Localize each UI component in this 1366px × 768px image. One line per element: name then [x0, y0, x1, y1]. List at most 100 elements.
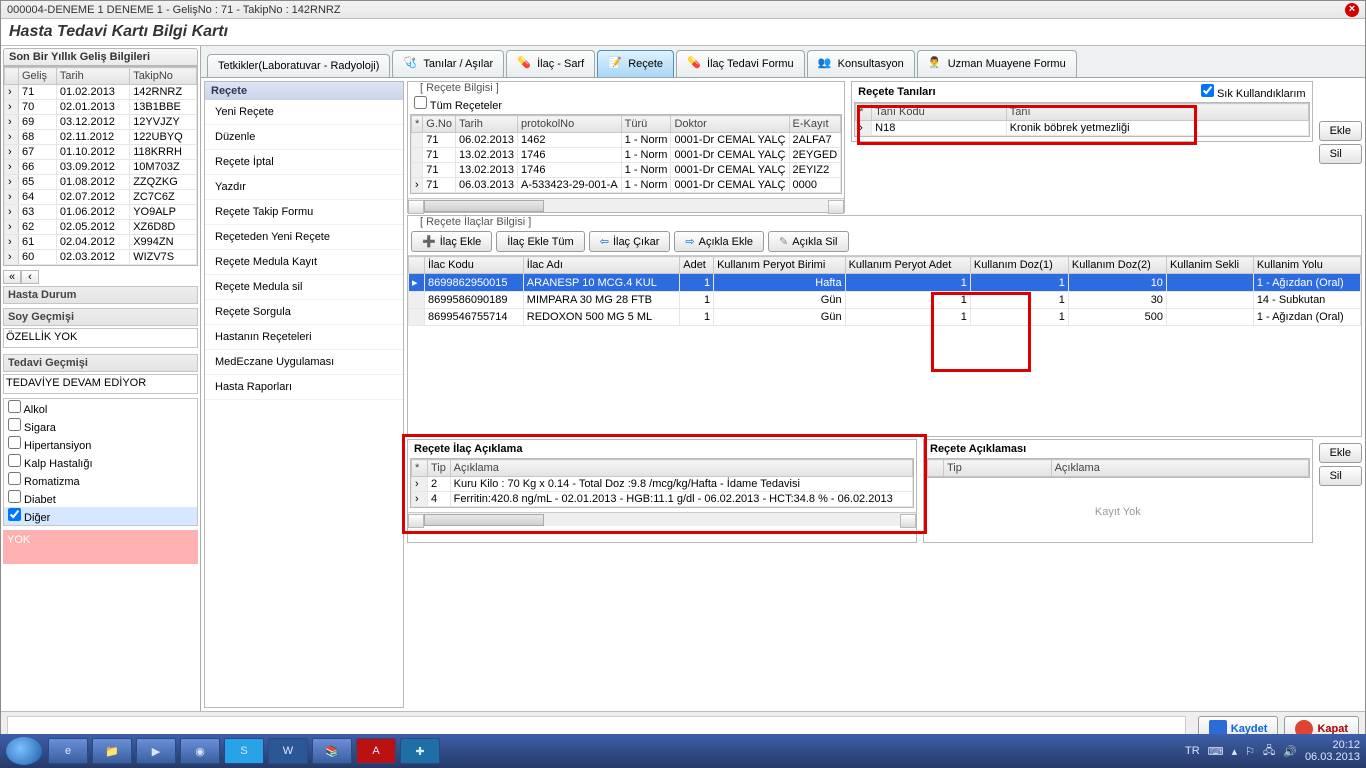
visits-title: Son Bir Yıllık Geliş Bilgileri — [3, 48, 198, 66]
recete-bilgisi-panel: [ Reçete Bilgisi ] Tüm Reçeteler *G.NoTa… — [407, 81, 845, 213]
table-row[interactable]: ›N18Kronik böbrek yetmezliği — [856, 121, 1308, 136]
menu-item[interactable]: Hastanın Reçeteleri — [205, 325, 403, 350]
ilac-ekle-tum-button[interactable]: İlaç Ekle Tüm — [496, 231, 584, 252]
taskbar-media-icon[interactable]: ▶ — [136, 738, 176, 764]
window-close-button[interactable]: × — [1345, 3, 1359, 17]
tray-network-icon[interactable]: 🖧 — [1263, 742, 1275, 761]
table-row[interactable]: ›7101.02.2013142RNRZ — [5, 85, 197, 100]
taskbar[interactable]: e 📁 ▶ ◉ S W 📚 A ✚ TR ⌨ ▴ ⚐ 🖧 🔊 20:1206.0… — [0, 734, 1366, 768]
risk-check-item[interactable]: Romatizma — [4, 471, 197, 489]
tanilar-panel: Reçete Tanıları Sık Kullandıklarım *Tanı… — [851, 81, 1312, 142]
tab-icon: 💊 — [687, 56, 703, 72]
tray-keyboard-icon[interactable]: ⌨ — [1208, 745, 1224, 758]
table-row[interactable]: ›2Kuru Kilo : 70 Kg x 0.14 - Total Doz :… — [412, 477, 913, 492]
tray-lang[interactable]: TR — [1185, 745, 1200, 757]
table-row[interactable]: ›6102.04.2012X994ZN — [5, 235, 197, 250]
tray-flag-icon[interactable]: ⚐ — [1245, 745, 1255, 758]
acikla-ekle-button[interactable]: ⇨Açıkla Ekle — [674, 231, 764, 252]
table-row[interactable]: 7113.02.201317461 - Norm0001-Dr CEMAL YA… — [412, 163, 841, 178]
table-row[interactable]: ›6002.03.2012WIZV7S — [5, 250, 197, 265]
tab-1[interactable]: 🩺Tanılar / Aşılar — [392, 50, 504, 77]
aciklama-ekle-button[interactable]: Ekle — [1319, 443, 1362, 463]
menu-item[interactable]: Reçete Medula sil — [205, 275, 403, 300]
tum-receteler-check[interactable]: Tüm Reçeteler — [414, 96, 502, 112]
table-row[interactable]: ›6603.09.201210M703Z — [5, 160, 197, 175]
table-row[interactable]: 8699546755714REDOXON 500 MG 5 ML1Gün1150… — [409, 309, 1361, 326]
acikla-sil-button[interactable]: ✎Açıkla Sil — [768, 231, 848, 252]
risk-check-item[interactable]: Alkol — [4, 399, 197, 417]
table-row[interactable]: ›6903.12.201212YVJZY — [5, 115, 197, 130]
grid-prev-button[interactable]: ‹ — [21, 270, 39, 284]
recete-scroll-h[interactable] — [408, 198, 844, 212]
menu-item[interactable]: Reçete Medula Kayıt — [205, 250, 403, 275]
page-title: Hasta Tedavi Kartı Bilgi Kartı — [1, 19, 1365, 46]
tab-3[interactable]: 📝Reçete — [597, 50, 674, 77]
table-row[interactable]: 7113.02.201317461 - Norm0001-Dr CEMAL YA… — [412, 148, 841, 163]
tab-0[interactable]: Tetkikler(Laboratuvar - Radyoloji) — [207, 54, 390, 77]
ilac-aciklama-panel: Reçete İlaç Açıklama *TipAçıklama›2Kuru … — [407, 439, 917, 543]
soy-gecmisi-value: ÖZELLİK YOK — [3, 328, 198, 348]
aciklama-sil-button[interactable]: Sil — [1319, 466, 1362, 486]
menu-item[interactable]: Hasta Raporları — [205, 375, 403, 400]
ilac-ekle-button[interactable]: ➕İlaç Ekle — [411, 231, 492, 252]
menu-item[interactable]: Yeni Reçete — [205, 100, 403, 125]
risk-check-item[interactable]: Sigara — [4, 417, 197, 435]
taskbar-explorer-icon[interactable]: 📁 — [92, 738, 132, 764]
tray-clock[interactable]: 20:1206.03.2013 — [1305, 739, 1360, 763]
tray-volume-icon[interactable]: 🔊 — [1283, 745, 1297, 758]
tab-4[interactable]: 💊İlaç Tedavi Formu — [676, 50, 805, 77]
menu-item[interactable]: Reçete İptal — [205, 150, 403, 175]
recete-bilgisi-group: [ Reçete Bilgisi ] — [416, 82, 503, 94]
taskbar-pdf-icon[interactable]: A — [356, 738, 396, 764]
table-row[interactable]: 7106.02.201314621 - Norm0001-Dr CEMAL YA… — [412, 133, 841, 148]
table-row[interactable]: ›6301.06.2012YO9ALP — [5, 205, 197, 220]
start-button[interactable] — [6, 737, 42, 765]
tab-5[interactable]: 👥Konsultasyon — [807, 50, 915, 77]
taskbar-ie-icon[interactable]: e — [48, 738, 88, 764]
visits-grid[interactable]: GelişTarihTakipNo›7101.02.2013142RNRZ›70… — [3, 66, 198, 266]
tab-icon: 👨‍⚕️ — [928, 56, 944, 72]
tab-6[interactable]: 👨‍⚕️Uzman Muayene Formu — [917, 50, 1077, 77]
tanilar-title: Reçete Tanıları — [858, 86, 935, 98]
system-tray[interactable]: TR ⌨ ▴ ⚐ 🖧 🔊 20:1206.03.2013 — [1185, 739, 1360, 763]
tray-up-icon[interactable]: ▴ — [1232, 745, 1238, 758]
menu-item[interactable]: Reçete Takip Formu — [205, 200, 403, 225]
risk-check-item[interactable]: Diğer — [4, 507, 197, 525]
table-row[interactable]: ›7106.03.2013A-533423-29-001-A1 - Norm00… — [412, 178, 841, 193]
tab-strip[interactable]: Tetkikler(Laboratuvar - Radyoloji)🩺Tanıl… — [201, 46, 1365, 78]
risk-check-item[interactable]: Kalp Hastalığı — [4, 453, 197, 471]
table-row[interactable]: ›6501.08.2012ZZQZKG — [5, 175, 197, 190]
sik-kullandiklarim-check[interactable]: Sık Kullandıklarım — [1201, 84, 1306, 100]
tab-icon: 🩺 — [403, 56, 419, 72]
taskbar-winrar-icon[interactable]: 📚 — [312, 738, 352, 764]
table-row[interactable]: 8699586090189MIMPARA 30 MG 28 FTB1Gün113… — [409, 292, 1361, 309]
tab-icon: 👥 — [818, 56, 834, 72]
taskbar-chrome-icon[interactable]: ◉ — [180, 738, 220, 764]
risk-check-item[interactable]: Diabet — [4, 489, 197, 507]
table-row[interactable]: ›6802.11.2012122UBYQ — [5, 130, 197, 145]
grid-first-button[interactable]: « — [3, 270, 21, 284]
ilac-cikar-button[interactable]: ⇦İlaç Çıkar — [589, 231, 671, 252]
taskbar-app-icon[interactable]: ✚ — [400, 738, 440, 764]
menu-item[interactable]: MedEczane Uygulaması — [205, 350, 403, 375]
table-row[interactable]: ›4Ferritin:420.8 ng/mL - 02.01.2013 - HG… — [412, 492, 913, 507]
taskbar-skype-icon[interactable]: S — [224, 738, 264, 764]
risk-check-list[interactable]: Alkol Sigara Hipertansiyon Kalp Hastalığ… — [3, 398, 198, 526]
table-row[interactable]: ›6402.07.2012ZC7C6Z — [5, 190, 197, 205]
menu-item[interactable]: Düzenle — [205, 125, 403, 150]
taskbar-word-icon[interactable]: W — [268, 738, 308, 764]
tani-ekle-button[interactable]: Ekle — [1319, 121, 1362, 141]
menu-item[interactable]: Reçete Sorgula — [205, 300, 403, 325]
menu-item[interactable]: Yazdır — [205, 175, 403, 200]
tani-sil-button[interactable]: Sil — [1319, 144, 1362, 164]
recete-aciklama-empty: Kayıt Yok — [924, 482, 1312, 542]
table-row[interactable]: ▸8699862950015ARANESP 10 MCG.4 KUL1Hafta… — [409, 274, 1361, 292]
table-row[interactable]: ›6202.05.2012XZ6D8D — [5, 220, 197, 235]
table-row[interactable]: ›6701.10.2012118KRRH — [5, 145, 197, 160]
risk-check-item[interactable]: Hipertansiyon — [4, 435, 197, 453]
table-row[interactable]: ›7002.01.201313B1BBE — [5, 100, 197, 115]
pink-note: YOK — [3, 530, 198, 564]
tab-2[interactable]: 💊İlaç - Sarf — [506, 50, 595, 77]
menu-item[interactable]: Reçeteden Yeni Reçete — [205, 225, 403, 250]
ilac-aciklama-scroll-h[interactable] — [408, 512, 916, 526]
